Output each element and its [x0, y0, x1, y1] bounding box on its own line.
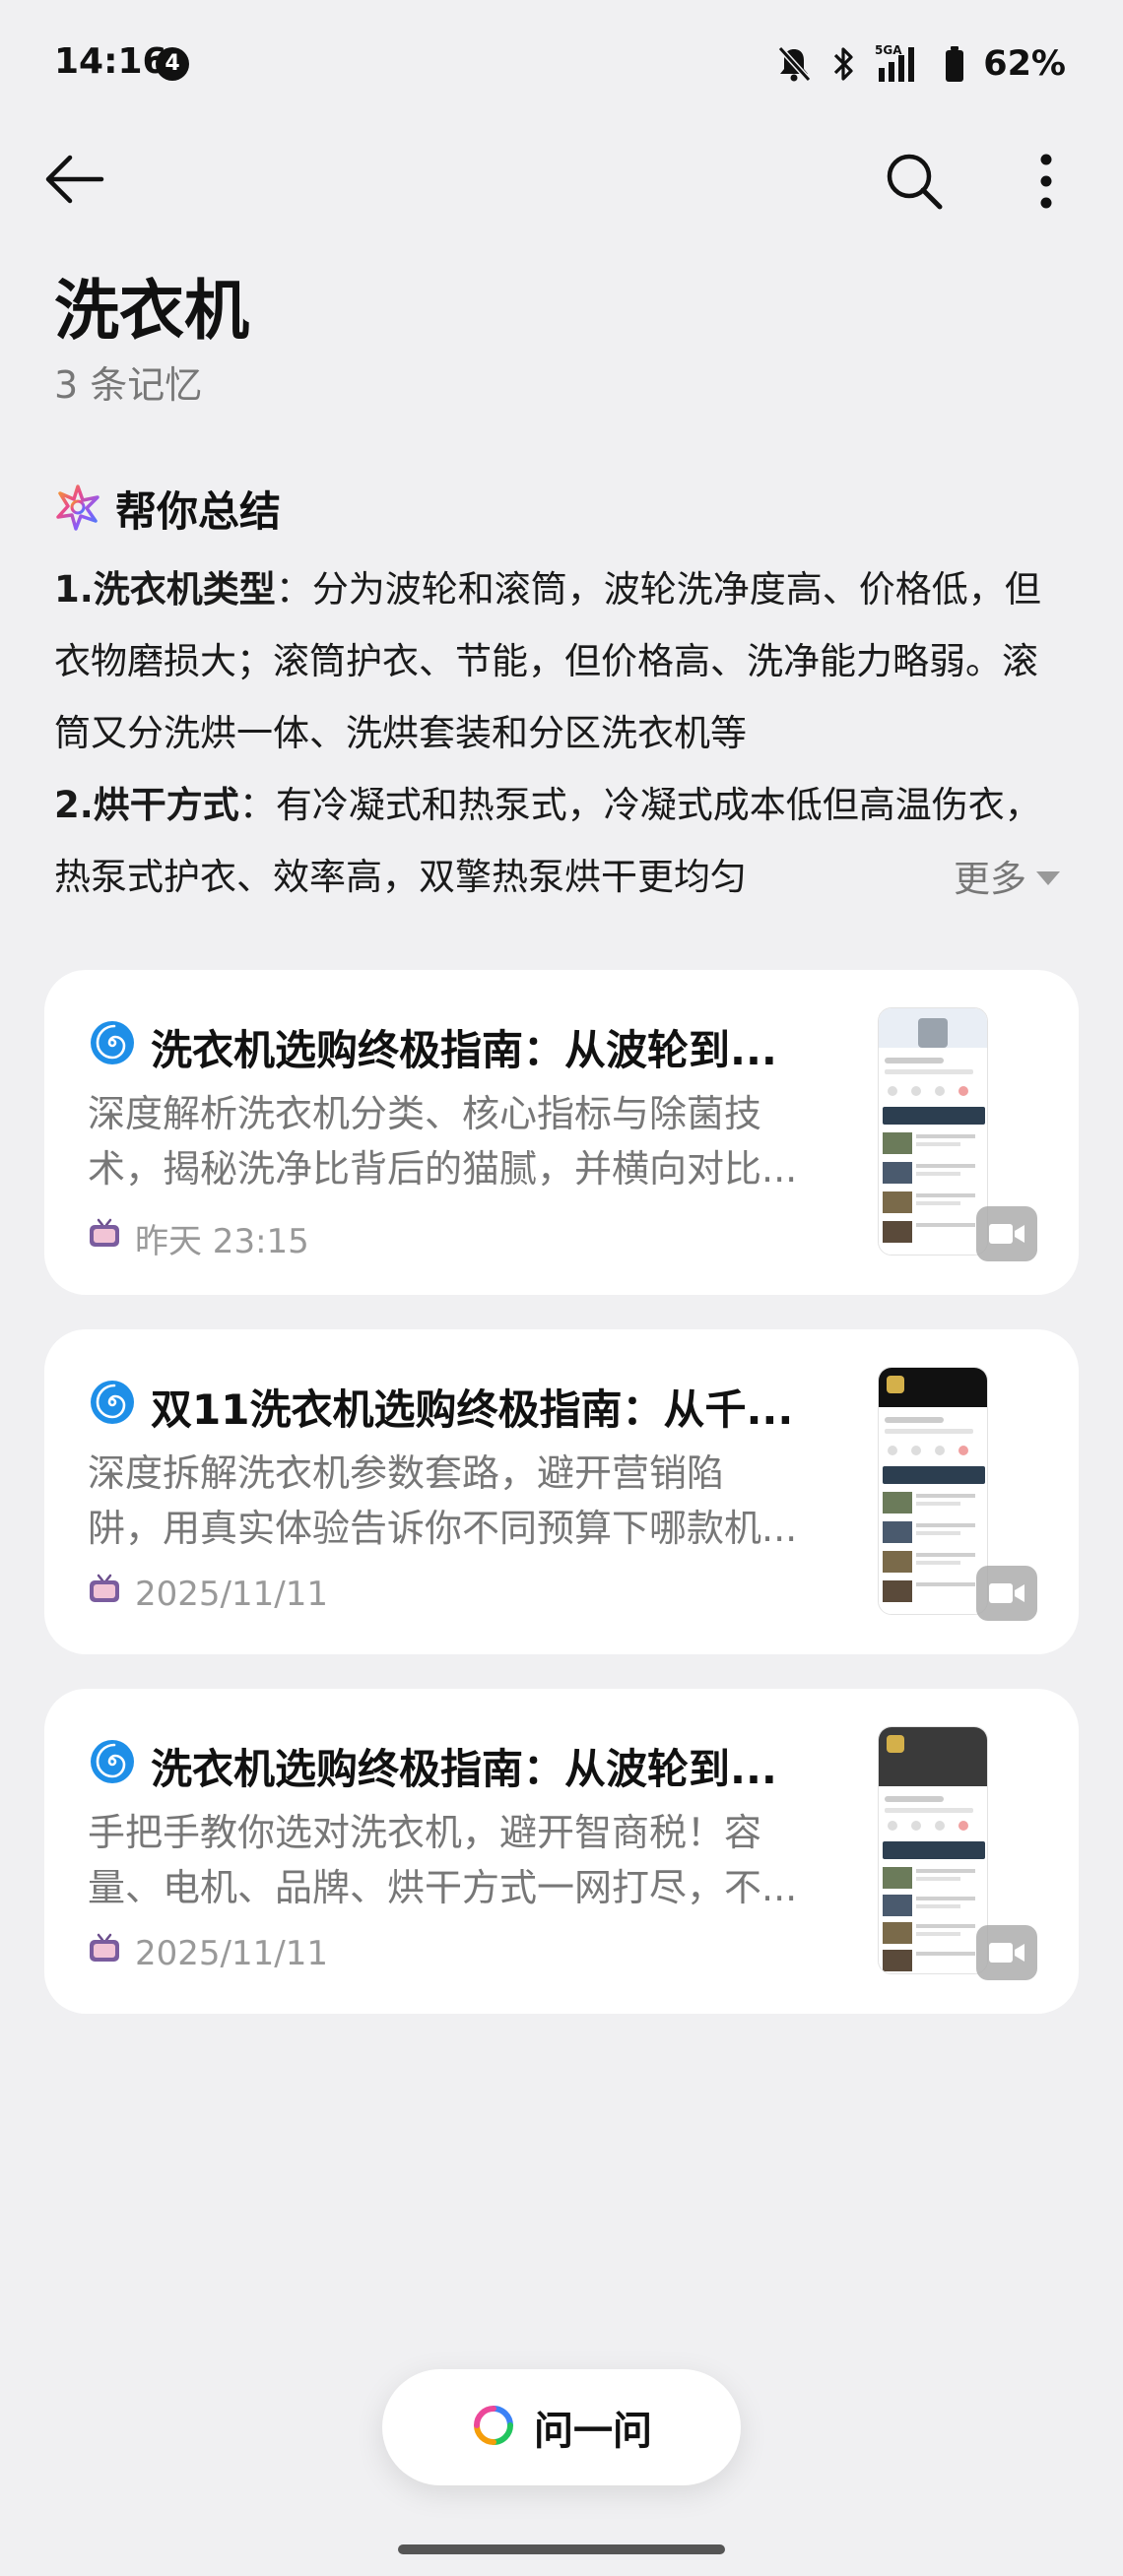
summary-item-label: 2.烘干方式: [54, 784, 239, 826]
ai-sparkle-icon: [54, 483, 101, 535]
card-date: 2025/11/11: [135, 1574, 328, 1614]
memory-card[interactable]: 洗衣机选购终极指南：从波轮到... 深度解析洗衣机分类、核心指标与除菌技 术，揭…: [44, 970, 1079, 1295]
ai-assistant-icon: [471, 2403, 516, 2452]
video-camera-icon: [976, 1925, 1037, 1980]
tv-icon: [88, 1933, 121, 1973]
more-label: 更多: [954, 858, 1026, 900]
bell-off-icon: [774, 44, 814, 84]
card-title: 洗衣机选购终极指南：从波轮到...: [88, 1736, 856, 1796]
tv-icon: [88, 1218, 121, 1258]
video-thumbnail[interactable]: [878, 1726, 988, 1974]
video-thumbnail[interactable]: [878, 1007, 988, 1256]
video-thumbnail[interactable]: [878, 1367, 988, 1615]
card-date: 昨天 23:15: [135, 1222, 309, 1261]
summary-item: 1.洗衣机类型：分为波轮和滚筒，波轮洗净度高、价格低，但衣物磨损大；滚筒护衣、节…: [54, 568, 1041, 754]
ask-button-label: 问一问: [534, 2409, 652, 2454]
tv-icon: [88, 1574, 121, 1614]
ask-button[interactable]: 问一问: [382, 2369, 741, 2485]
caret-down-icon: [1034, 855, 1062, 897]
summary-title: 帮你总结: [115, 487, 282, 536]
memory-count: 3 条记忆: [54, 363, 203, 407]
status-icons: 5GA 62%: [774, 39, 1066, 89]
summary-item-label: 1.洗衣机类型: [54, 568, 276, 611]
spiral-icon: [88, 1018, 137, 1077]
card-description: 深度拆解洗衣机参数套路，避开营销陷 阱，用真实体验告诉你不同预算下哪款机...: [88, 1451, 798, 1550]
spiral-icon: [88, 1378, 137, 1437]
more-options-button[interactable]: [1011, 146, 1082, 221]
status-time: 14:16: [54, 41, 167, 82]
summary-item: 2.烘干方式：有冷凝式和热泵式，冷凝式成本低但高温伤衣，热泵式护衣、效率高，双擎…: [54, 784, 1041, 898]
card-description: 手把手教你选对洗衣机，避开智商税！容 量、电机、品牌、烘干方式一网打尽，不...: [88, 1811, 798, 1909]
summary-body: 1.洗衣机类型：分为波轮和滚筒，波轮洗净度高、价格低，但衣物磨损大；滚筒护衣、节…: [54, 553, 1069, 913]
svg-text:5GA: 5GA: [875, 43, 902, 57]
card-title-text: 洗衣机选购终极指南：从波轮到...: [151, 1745, 777, 1793]
more-vertical-icon: [1039, 154, 1053, 213]
spiral-icon: [88, 1737, 137, 1796]
battery-percent: 62%: [983, 44, 1066, 84]
card-description: 深度解析洗衣机分类、核心指标与除菌技 术，揭秘洗净比背后的猫腻，并横向对比...: [88, 1092, 798, 1191]
status-bar: 14:16 4 5GA 62%: [0, 0, 1123, 128]
video-camera-icon: [976, 1206, 1037, 1261]
card-meta: 2025/11/11: [88, 1574, 328, 1614]
card-meta: 昨天 23:15: [88, 1214, 309, 1262]
card-title-text: 洗衣机选购终极指南：从波轮到...: [151, 1026, 777, 1074]
card-title-text: 双11洗衣机选购终极指南：从千...: [151, 1385, 794, 1434]
memory-card[interactable]: 双11洗衣机选购终极指南：从千... 深度拆解洗衣机参数套路，避开营销陷 阱，用…: [44, 1329, 1079, 1654]
card-title: 双11洗衣机选购终极指南：从千...: [88, 1377, 856, 1437]
card-date: 2025/11/11: [135, 1933, 328, 1973]
back-button[interactable]: [39, 146, 110, 217]
notification-count-badge: 4: [156, 47, 189, 81]
video-camera-icon: [976, 1566, 1037, 1621]
home-indicator[interactable]: [398, 2544, 725, 2554]
bluetooth-icon: [831, 44, 857, 84]
expand-more-button[interactable]: 更多: [954, 849, 1062, 902]
card-title: 洗衣机选购终极指南：从波轮到...: [88, 1017, 856, 1077]
battery-icon: [944, 44, 965, 84]
card-meta: 2025/11/11: [88, 1933, 328, 1973]
search-icon: [885, 152, 944, 215]
search-button[interactable]: [877, 146, 952, 221]
page-title: 洗衣机: [54, 273, 249, 349]
memory-card[interactable]: 洗衣机选购终极指南：从波轮到... 手把手教你选对洗衣机，避开智商税！容 量、电…: [44, 1689, 1079, 2014]
cellular-5ga-icon: 5GA: [875, 42, 926, 86]
summary-header: 帮你总结: [54, 479, 281, 539]
back-arrow-icon: [44, 154, 105, 209]
